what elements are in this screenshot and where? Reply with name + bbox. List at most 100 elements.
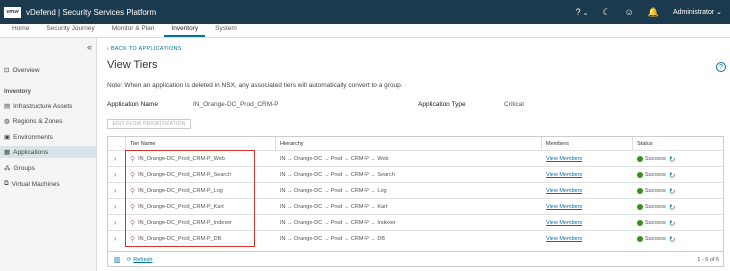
column-header-hierarchy[interactable]: Hierarchy [276,137,542,150]
tab-security-journey[interactable]: Security Journey [39,25,101,37]
environment-icon: ▣ [4,134,11,141]
expand-row-chevron-icon[interactable]: › [114,231,116,247]
edit-flow-prioritization-button[interactable]: EDIT FLOW PRIORITIZATION [107,119,191,129]
success-status-icon [637,236,643,242]
application-name-label: Application Name [107,101,158,108]
sidebar-item-infrastructure-assets[interactable]: ▤ Infrastructure Assets [4,100,96,112]
help-caret-icon: ⌄ [582,10,589,17]
column-header-tier-name[interactable]: Tier Name [126,137,276,150]
applications-icon: ▦ [4,149,11,156]
sidebar-item-applications[interactable]: ▦ Applications [0,146,96,158]
page-title: View Tiers [107,59,158,71]
back-to-applications-link[interactable]: ‹ BACK TO APPLICATIONS [107,46,182,52]
user-caret-icon: ⌄ [716,9,722,16]
sidebar-item-label: Applications [13,148,49,156]
application-type-value: Critical [504,101,524,108]
sidebar-section-inventory: Inventory [4,89,32,95]
expand-row-chevron-icon[interactable]: › [114,167,116,183]
refresh-status-icon[interactable]: ↻ [669,187,676,196]
success-status-icon [637,156,643,162]
view-members-link[interactable]: View Members [546,231,582,247]
success-status-icon [637,220,643,226]
refresh-status-icon[interactable]: ↻ [669,235,676,244]
sidebar-item-label: Infrastructure Assets [13,102,73,110]
tiers-grid: Tier Name Hierarchy Members Status › ⚲ IN… [107,136,724,267]
view-members-link[interactable]: View Members [546,151,582,167]
user-name: Administrator [672,9,715,16]
application-type-label: Application Type [418,101,466,108]
success-status-icon [637,188,643,194]
vmware-logo: vmw [4,6,21,18]
refresh-link[interactable]: Refresh [133,257,152,263]
refresh-status-icon[interactable]: ↻ [669,219,676,228]
help-icon: ? [575,7,581,17]
sidebar-item-virtual-machines[interactable]: ⧉ Virtual Machines [4,178,96,190]
tab-system[interactable]: System [208,25,244,37]
collapse-sidebar-icon[interactable]: « [87,42,92,52]
main-content: ‹ BACK TO APPLICATIONS View Tiers ? Note… [97,38,730,271]
sidebar-item-groups[interactable]: ⁂ Groups [4,162,96,174]
user-menu[interactable]: Administrator ⌄ [673,8,722,16]
column-toggle-icon[interactable]: ▥ [114,256,121,264]
hierarchy-path: IN → Orange-DC → Prod → CRM-P → Kart [280,204,388,210]
view-members-link[interactable]: View Members [546,199,582,215]
success-status-icon [637,172,643,178]
expand-row-chevron-icon[interactable]: › [114,183,116,199]
refresh-small-icon: ⟳ [126,256,132,263]
help-menu[interactable]: ? ⌄ [576,7,589,17]
application-name-value: IN_Orange-DC_Prod_CRM-P [193,101,279,108]
sidebar-item-label: Groups [13,164,35,172]
refresh-status-icon[interactable]: ↻ [669,171,676,180]
refresh-status-icon[interactable]: ↻ [669,155,676,164]
notification-bell-icon[interactable]: 🔔 [648,7,659,18]
hierarchy-path: IN → Orange-DC → Prod → CRM-P → Web [280,156,389,162]
status-text: Success [645,156,666,162]
sidebar: « ⊡ Overview Inventory ▤ Infrastructure As… [0,38,97,271]
expand-row-chevron-icon[interactable]: › [114,199,116,215]
view-members-link[interactable]: View Members [546,215,582,231]
globe-icon: ◍ [4,118,10,125]
page-help-icon[interactable]: ? [716,62,726,72]
top-nav: Home Security Journey Monitor & Plan Inv… [0,24,730,38]
overview-icon: ⊡ [4,67,10,74]
expand-column-header [108,137,126,150]
delete-note: Note: When an application is deleted in … [107,82,403,89]
column-header-members[interactable]: Members [542,137,633,150]
sidebar-item-label: Environments [13,133,53,141]
tab-monitor-plan[interactable]: Monitor & Plan [105,25,162,37]
sidebar-item-label: Regions & Zones [12,117,63,125]
status-text: Success [645,204,666,210]
app-title: vDefend | Security Services Platform [26,7,157,17]
groups-icon: ⁂ [4,165,11,172]
hierarchy-path: IN → Orange-DC → Prod → CRM-P → Log [280,188,387,194]
view-members-link[interactable]: View Members [546,183,582,199]
highlight-box [125,150,255,247]
view-members-link[interactable]: View Members [546,167,582,183]
sidebar-item-environments[interactable]: ▣ Environments [4,131,96,143]
expand-row-chevron-icon[interactable]: › [114,215,116,231]
sidebar-item-overview[interactable]: ⊡ Overview [4,64,96,76]
hierarchy-path: IN → Orange-DC → Prod → CRM-P → Indexer [280,220,396,226]
server-icon: ▤ [4,103,11,110]
tab-inventory[interactable]: Inventory [164,25,206,37]
theme-moon-icon[interactable]: ☾ [602,7,610,18]
status-text: Success [645,188,666,194]
sidebar-item-label: Virtual Machines [11,180,60,188]
expand-row-chevron-icon[interactable]: › [114,151,116,167]
status-text: Success [645,172,666,178]
smiley-feedback-icon[interactable]: ☺ [625,7,634,17]
vm-icon: ⧉ [4,180,9,187]
column-header-status[interactable]: Status [633,137,723,150]
status-text: Success [645,236,666,242]
success-status-icon [637,204,643,210]
hierarchy-path: IN → Orange-DC → Prod → CRM-P → Search [280,172,395,178]
app-header: vmw vDefend | Security Services Platform… [0,0,730,24]
pagination-count: 1 - 6 of 6 [697,256,719,263]
sidebar-item-label: Overview [12,66,40,74]
status-text: Success [645,220,666,226]
sidebar-item-regions-zones[interactable]: ◍ Regions & Zones [4,115,96,127]
refresh-status-icon[interactable]: ↻ [669,203,676,212]
tab-home[interactable]: Home [5,25,36,37]
hierarchy-path: IN → Orange-DC → Prod → CRM-P → DB [280,236,386,242]
grid-footer: ▥ ⟳ Refresh 1 - 6 of 6 [108,251,723,267]
